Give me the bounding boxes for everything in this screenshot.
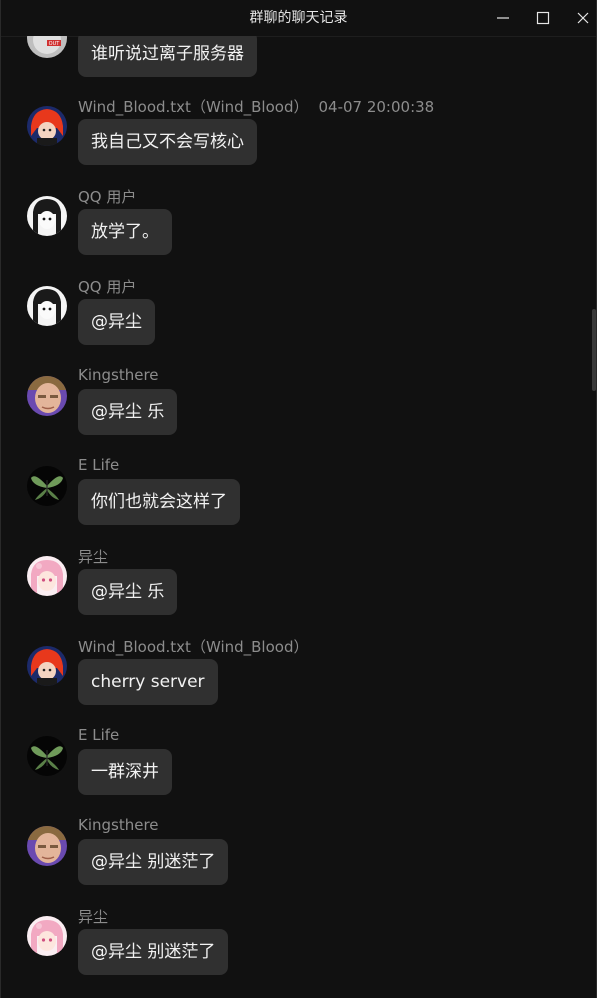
message-meta: QQ 用户 <box>78 276 136 296</box>
message-time: 04-07 20:00:38 <box>318 98 435 116</box>
man-face-avatar[interactable] <box>27 826 67 866</box>
message-meta: QQ 用户 <box>78 186 136 206</box>
message-item: Kingsthere @异尘 乐 <box>1 366 596 466</box>
green-moth-avatar[interactable] <box>27 466 67 506</box>
message-bubble[interactable]: @异尘 别迷茫了 <box>78 929 229 975</box>
sender-name: QQ 用户 <box>78 188 137 206</box>
sender-name: QQ 用户 <box>78 278 137 296</box>
sender-name: Wind_Blood.txt（Wind_Blood） <box>78 638 309 656</box>
message-meta: Wind_Blood.txt（Wind_Blood） 04-07 20:00:38 <box>78 96 434 116</box>
message-bubble[interactable]: @异尘 别迷茫了 <box>78 839 229 885</box>
pink-hair-anime-avatar[interactable] <box>27 556 67 596</box>
sender-name: Wind_Blood.txt（Wind_Blood） <box>78 98 309 116</box>
red-hair-anime-avatar[interactable] <box>27 646 67 686</box>
sender-name: 异尘 <box>78 548 109 566</box>
close-button[interactable] <box>563 0 597 36</box>
message-meta: E Life <box>78 456 119 476</box>
man-face-avatar[interactable] <box>27 376 67 416</box>
maximize-icon <box>536 11 550 25</box>
sender-name: 异尘 <box>78 908 109 926</box>
message-bubble[interactable]: 放学了。 <box>78 209 172 255</box>
message-meta: Kingsthere <box>78 366 159 386</box>
chat-history-window: 群聊的聊天记录 OUT 谁听说过离子服务器 Wind_Blood.txt（Win… <box>0 0 597 998</box>
minimize-icon <box>497 17 509 19</box>
minimize-button[interactable] <box>483 0 523 36</box>
message-bubble[interactable]: 一群深井 <box>78 749 172 795</box>
close-icon <box>577 12 589 24</box>
message-item: Kingsthere @异尘 别迷茫了 <box>1 816 596 916</box>
message-list[interactable]: OUT 谁听说过离子服务器 Wind_Blood.txt（Wind_Blood）… <box>1 36 596 998</box>
message-bubble[interactable]: 我自己又不会写核心 <box>78 119 257 165</box>
gray-robot-avatar[interactable]: OUT <box>27 36 67 58</box>
message-item: E Life 你们也就会这样了 <box>1 456 596 556</box>
message-meta: Wind_Blood.txt（Wind_Blood） <box>78 636 308 656</box>
message-bubble[interactable]: @异尘 乐 <box>78 569 178 615</box>
message-bubble[interactable]: 你们也就会这样了 <box>78 479 240 525</box>
message-item: E Life 一群深井 <box>1 726 596 826</box>
svg-text:OUT: OUT <box>49 41 61 47</box>
message-item: QQ 用户 @异尘 <box>1 278 596 376</box>
scrollbar-thumb[interactable] <box>592 309 596 391</box>
sender-name: Kingsthere <box>78 366 159 384</box>
manga-girl-avatar[interactable] <box>27 196 67 236</box>
message-bubble[interactable]: 谁听说过离子服务器 <box>78 36 257 77</box>
red-hair-anime-avatar[interactable] <box>27 106 67 146</box>
sender-name: E Life <box>78 456 120 474</box>
sender-name: E Life <box>78 726 120 744</box>
sender-name: Kingsthere <box>78 816 159 834</box>
message-meta: 异尘 <box>78 906 108 926</box>
message-meta: 异尘 <box>78 546 108 566</box>
message-item: 异尘 @异尘 乐 <box>1 548 596 646</box>
message-meta: E Life <box>78 726 119 746</box>
green-moth-avatar[interactable] <box>27 736 67 776</box>
pink-hair-anime-avatar[interactable] <box>27 916 67 956</box>
message-item: QQ 用户 放学了。 <box>1 188 596 286</box>
message-item: Wind_Blood.txt（Wind_Blood） cherry server <box>1 638 596 736</box>
message-bubble[interactable]: @异尘 <box>78 299 155 345</box>
message-bubble[interactable]: cherry server <box>78 659 218 705</box>
message-item: Wind_Blood.txt（Wind_Blood） 04-07 20:00:38… <box>1 98 596 196</box>
title-bar[interactable]: 群聊的聊天记录 <box>1 0 596 37</box>
maximize-button[interactable] <box>523 0 563 36</box>
message-item: 异尘 @异尘 别迷茫了 <box>1 908 596 998</box>
message-meta: Kingsthere <box>78 816 159 836</box>
message-bubble[interactable]: @异尘 乐 <box>78 389 178 435</box>
manga-girl-avatar[interactable] <box>27 286 67 326</box>
